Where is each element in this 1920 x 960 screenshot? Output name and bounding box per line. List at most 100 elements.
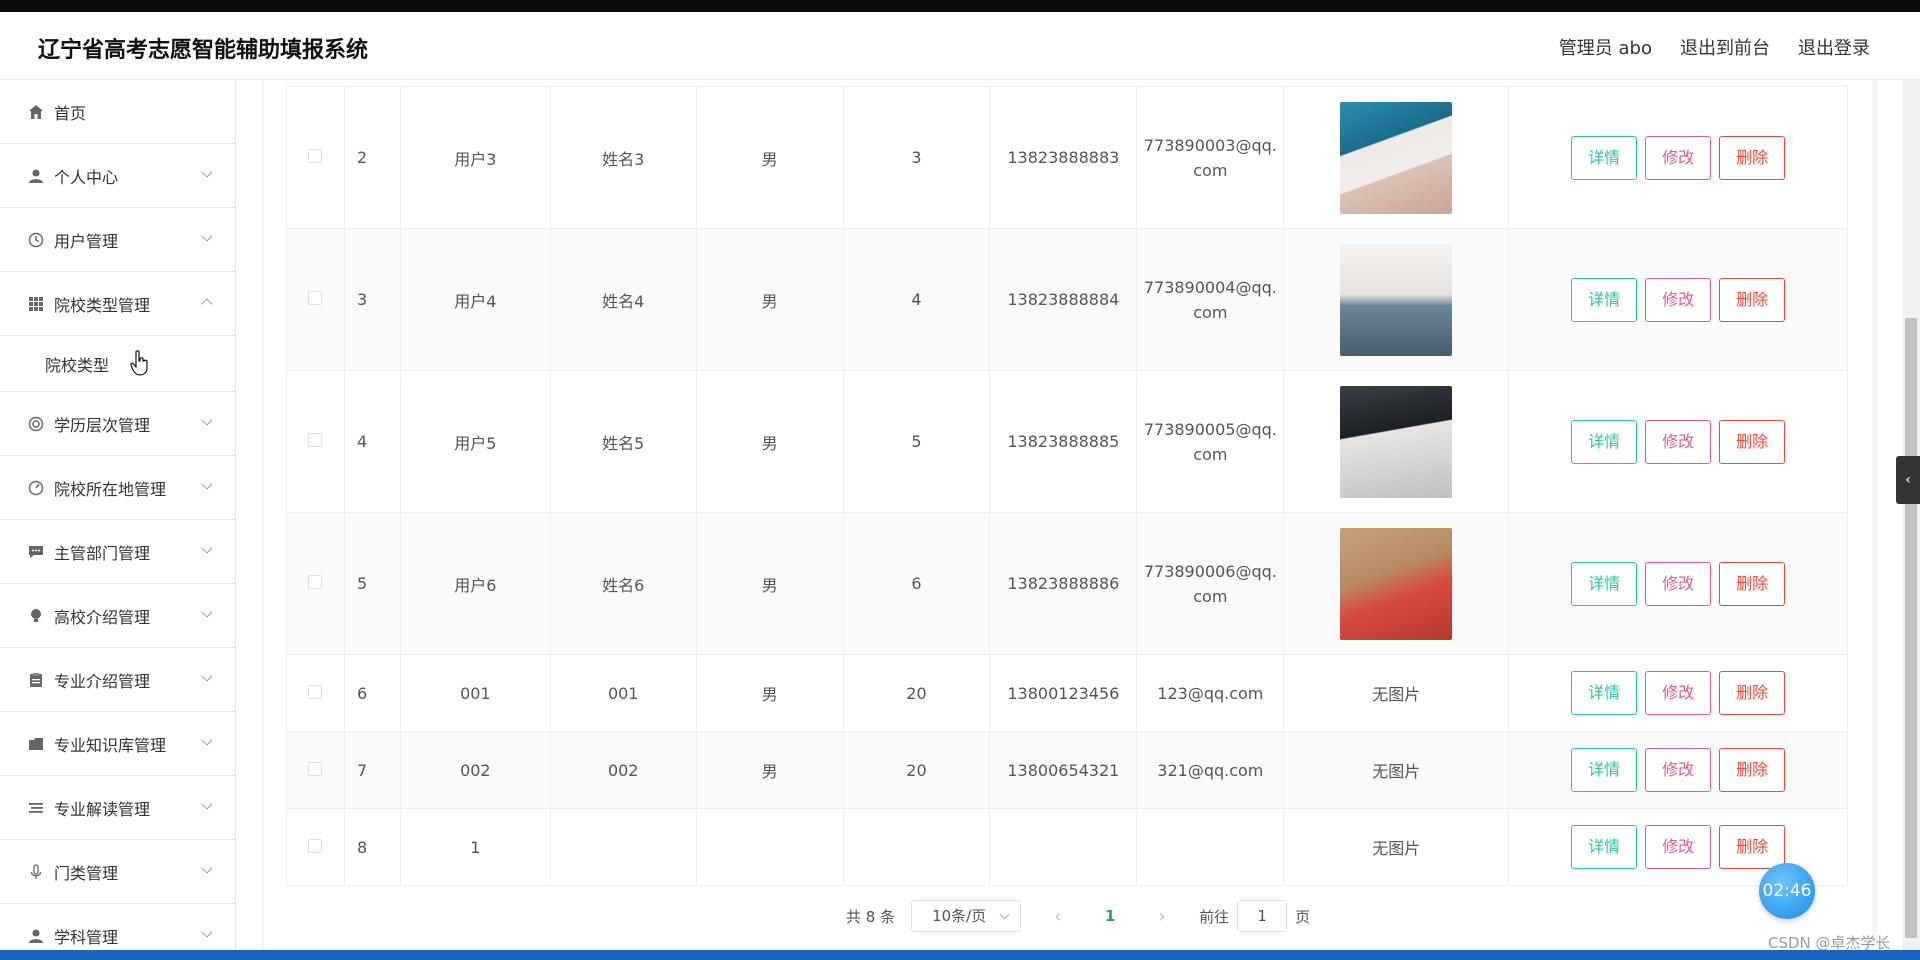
row-checkbox[interactable] (308, 838, 323, 853)
cell-name: 001 (549, 654, 697, 732)
prev-page-button[interactable]: ‹ (1043, 906, 1073, 927)
sidebar-item-department[interactable]: 主管部门管理 (0, 520, 235, 584)
chevron-down-icon (201, 166, 213, 178)
delete-button[interactable]: 删除 (1719, 561, 1786, 606)
mic-icon (28, 863, 44, 880)
cell-username: 用户5 (399, 370, 551, 513)
clock-icon (28, 232, 44, 248)
chevron-down-icon (201, 230, 213, 242)
message-icon (28, 544, 44, 560)
sidebar-item-label: 院校类型管理 (54, 295, 151, 315)
cell-name: 姓名4 (549, 228, 697, 371)
bottom-taskbar-strip (0, 950, 1920, 960)
sidebar-item-school-type[interactable]: 院校类型管理 (0, 272, 235, 336)
cell-gender: 男 (695, 731, 844, 809)
detail-button[interactable]: 详情 (1571, 277, 1638, 322)
row-index: 3 (343, 228, 401, 371)
table-row: 7 002 002 男 20 13800654321 321@qq.com 无图… (286, 731, 1848, 809)
email-line: com (1193, 444, 1228, 464)
avatar-photo[interactable] (1340, 243, 1453, 356)
sidebar-item-label: 首页 (54, 103, 87, 123)
detail-button[interactable]: 详情 (1571, 748, 1638, 792)
edit-button[interactable]: 修改 (1645, 671, 1712, 715)
timer-badge[interactable]: 02:46 (1759, 863, 1815, 919)
table-row: 5 用户6 姓名6 男 6 13823888886 773890006@qq. c… (286, 512, 1848, 655)
row-checkbox[interactable] (308, 761, 323, 776)
cell-phone (989, 808, 1138, 886)
detail-button[interactable]: 详情 (1571, 671, 1638, 715)
cell-name: 姓名6 (549, 512, 697, 655)
cell-age: 6 (842, 512, 991, 655)
goto-page-input[interactable]: 1 (1237, 900, 1288, 932)
admin-user-label[interactable]: 管理员 abo (1559, 34, 1652, 60)
detail-button[interactable]: 详情 (1571, 419, 1638, 464)
next-page-button[interactable]: › (1147, 906, 1177, 927)
collapse-panel-handle[interactable]: ‹ (1896, 456, 1920, 504)
cell-photo (1283, 86, 1510, 229)
delete-button[interactable]: 删除 (1719, 135, 1786, 180)
top-strip (0, 0, 1920, 12)
delete-button[interactable]: 删除 (1719, 748, 1786, 792)
delete-button[interactable]: 删除 (1719, 671, 1786, 715)
sidebar-item-major-intro[interactable]: 专业介绍管理 (0, 648, 235, 712)
sidebar-item-school-location[interactable]: 院校所在地管理 (0, 456, 235, 520)
detail-button[interactable]: 详情 (1571, 825, 1638, 869)
edit-button[interactable]: 修改 (1645, 825, 1712, 869)
clipboard-icon (28, 672, 44, 688)
edit-button[interactable]: 修改 (1645, 561, 1712, 606)
home-icon (28, 104, 44, 120)
sidebar-item-home[interactable]: 首页 (0, 80, 235, 144)
submenu-school-type[interactable]: 院校类型 (0, 336, 235, 392)
cell-actions: 详情 修改 删除 (1508, 86, 1848, 229)
sidebar-item-users[interactable]: 用户管理 (0, 208, 235, 272)
delete-button[interactable]: 删除 (1719, 419, 1786, 464)
logout-link[interactable]: 退出登录 (1798, 34, 1870, 60)
list-icon (28, 800, 44, 816)
scrollbar-thumb[interactable] (1905, 318, 1917, 938)
sidebar-item-major-knowledge[interactable]: 专业知识库管理 (0, 712, 235, 776)
sidebar-item-category[interactable]: 门类管理 (0, 840, 235, 904)
cell-username: 002 (399, 731, 551, 809)
row-index: 6 (343, 654, 401, 732)
delete-button[interactable]: 删除 (1719, 277, 1786, 322)
delete-button[interactable]: 删除 (1719, 825, 1786, 869)
sidebar-item-label: 主管部门管理 (54, 543, 151, 563)
edit-button[interactable]: 修改 (1645, 748, 1712, 792)
chevron-down-icon (201, 414, 213, 426)
table-row: 2 用户3 姓名3 男 3 13823888883 773890003@qq. c… (286, 86, 1848, 229)
chevron-down-icon (201, 862, 213, 874)
table-row: 4 用户5 姓名5 男 5 13823888885 773890005@qq. c… (286, 370, 1848, 513)
sidebar-item-college-intro[interactable]: 高校介绍管理 (0, 584, 235, 648)
sidebar-item-subject[interactable]: 学科管理 (0, 904, 235, 950)
row-checkbox[interactable] (308, 684, 323, 699)
total-count: 共 8 条 (846, 907, 896, 926)
page-size-select[interactable]: 10条/页 (911, 900, 1022, 932)
sidebar-item-label: 院校所在地管理 (54, 479, 167, 499)
cell-gender (695, 808, 844, 886)
cell-age: 4 (842, 228, 991, 371)
avatar-photo[interactable] (1340, 385, 1453, 498)
edit-button[interactable]: 修改 (1645, 277, 1712, 322)
vertical-scrollbar[interactable] (1902, 80, 1920, 950)
exit-to-front-link[interactable]: 退出到前台 (1680, 34, 1770, 60)
row-checkbox[interactable] (308, 575, 323, 589)
sidebar-item-education-level[interactable]: 学历层次管理 (0, 392, 235, 456)
detail-button[interactable]: 详情 (1571, 561, 1638, 606)
sidebar-item-major-interpretation[interactable]: 专业解读管理 (0, 776, 235, 840)
avatar-photo[interactable] (1340, 101, 1453, 214)
cell-gender: 男 (695, 86, 844, 229)
cell-phone: 13800123456 (989, 654, 1138, 732)
chevron-down-icon (201, 606, 213, 618)
row-checkbox[interactable] (308, 291, 323, 305)
row-index: 8 (343, 808, 401, 886)
edit-button[interactable]: 修改 (1645, 135, 1712, 180)
cell-age (842, 808, 991, 886)
edit-button[interactable]: 修改 (1645, 419, 1712, 464)
row-checkbox[interactable] (308, 433, 323, 447)
sidebar-item-personal[interactable]: 个人中心 (0, 144, 235, 208)
table-row: 6 001 001 男 20 13800123456 123@qq.com 无图… (286, 654, 1848, 732)
current-page[interactable]: 1 (1095, 907, 1125, 925)
detail-button[interactable]: 详情 (1571, 135, 1638, 180)
row-checkbox[interactable] (308, 149, 323, 163)
avatar-photo[interactable] (1340, 527, 1453, 640)
